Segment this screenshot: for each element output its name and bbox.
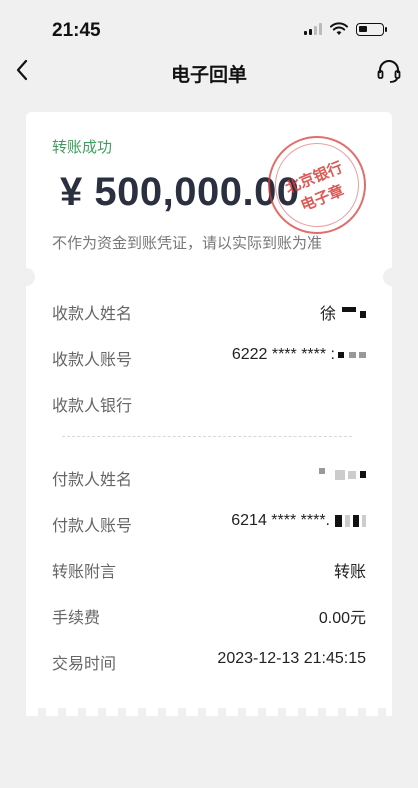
status-bar: 21:45 bbox=[0, 0, 418, 50]
payee-account-value: 6222 **** **** : bbox=[232, 346, 366, 364]
payer-name-label: 付款人姓名 bbox=[52, 472, 133, 489]
remark-value: 转账 bbox=[333, 564, 366, 581]
transfer-status: 转账成功 bbox=[52, 139, 113, 156]
payer-account-label: 付款人账号 bbox=[52, 518, 133, 535]
status-time: 21:45 bbox=[52, 20, 101, 41]
card-notch-right bbox=[383, 268, 401, 286]
fee-label: 手续费 bbox=[52, 610, 101, 627]
wifi-icon bbox=[330, 22, 348, 35]
headset-icon bbox=[377, 60, 401, 83]
card-notch-left bbox=[17, 268, 35, 286]
transaction-time-label: 交易时间 bbox=[52, 656, 117, 673]
payee-account-label: 收款人账号 bbox=[52, 352, 133, 369]
status-icons bbox=[304, 22, 387, 36]
payer-account-value: 6214 **** ****. bbox=[231, 512, 366, 530]
payee-name-value: 徐 bbox=[320, 300, 366, 324]
remark-label: 转账附言 bbox=[52, 564, 117, 581]
transaction-time-value: 2023-12-13 21:45:15 bbox=[217, 650, 366, 667]
page-title: 电子回单 bbox=[170, 65, 247, 86]
receipt-perforation bbox=[26, 708, 392, 716]
fee-value: 0.00元 bbox=[318, 610, 366, 627]
payer-name-value bbox=[316, 466, 366, 484]
customer-service-button[interactable] bbox=[374, 56, 404, 86]
payee-bank-label: 收款人银行 bbox=[52, 398, 133, 415]
section-divider bbox=[62, 436, 352, 437]
signal-icon bbox=[304, 23, 322, 35]
nav-bar: 电子回单 bbox=[0, 50, 418, 92]
disclaimer-text: 不作为资金到账凭证，请以实际到账为准 bbox=[52, 235, 323, 252]
transfer-amount: ¥ 500,000.00 bbox=[60, 170, 300, 214]
payee-name-label: 收款人姓名 bbox=[52, 306, 133, 323]
battery-icon bbox=[356, 22, 387, 36]
receipt-card-body bbox=[26, 278, 392, 708]
